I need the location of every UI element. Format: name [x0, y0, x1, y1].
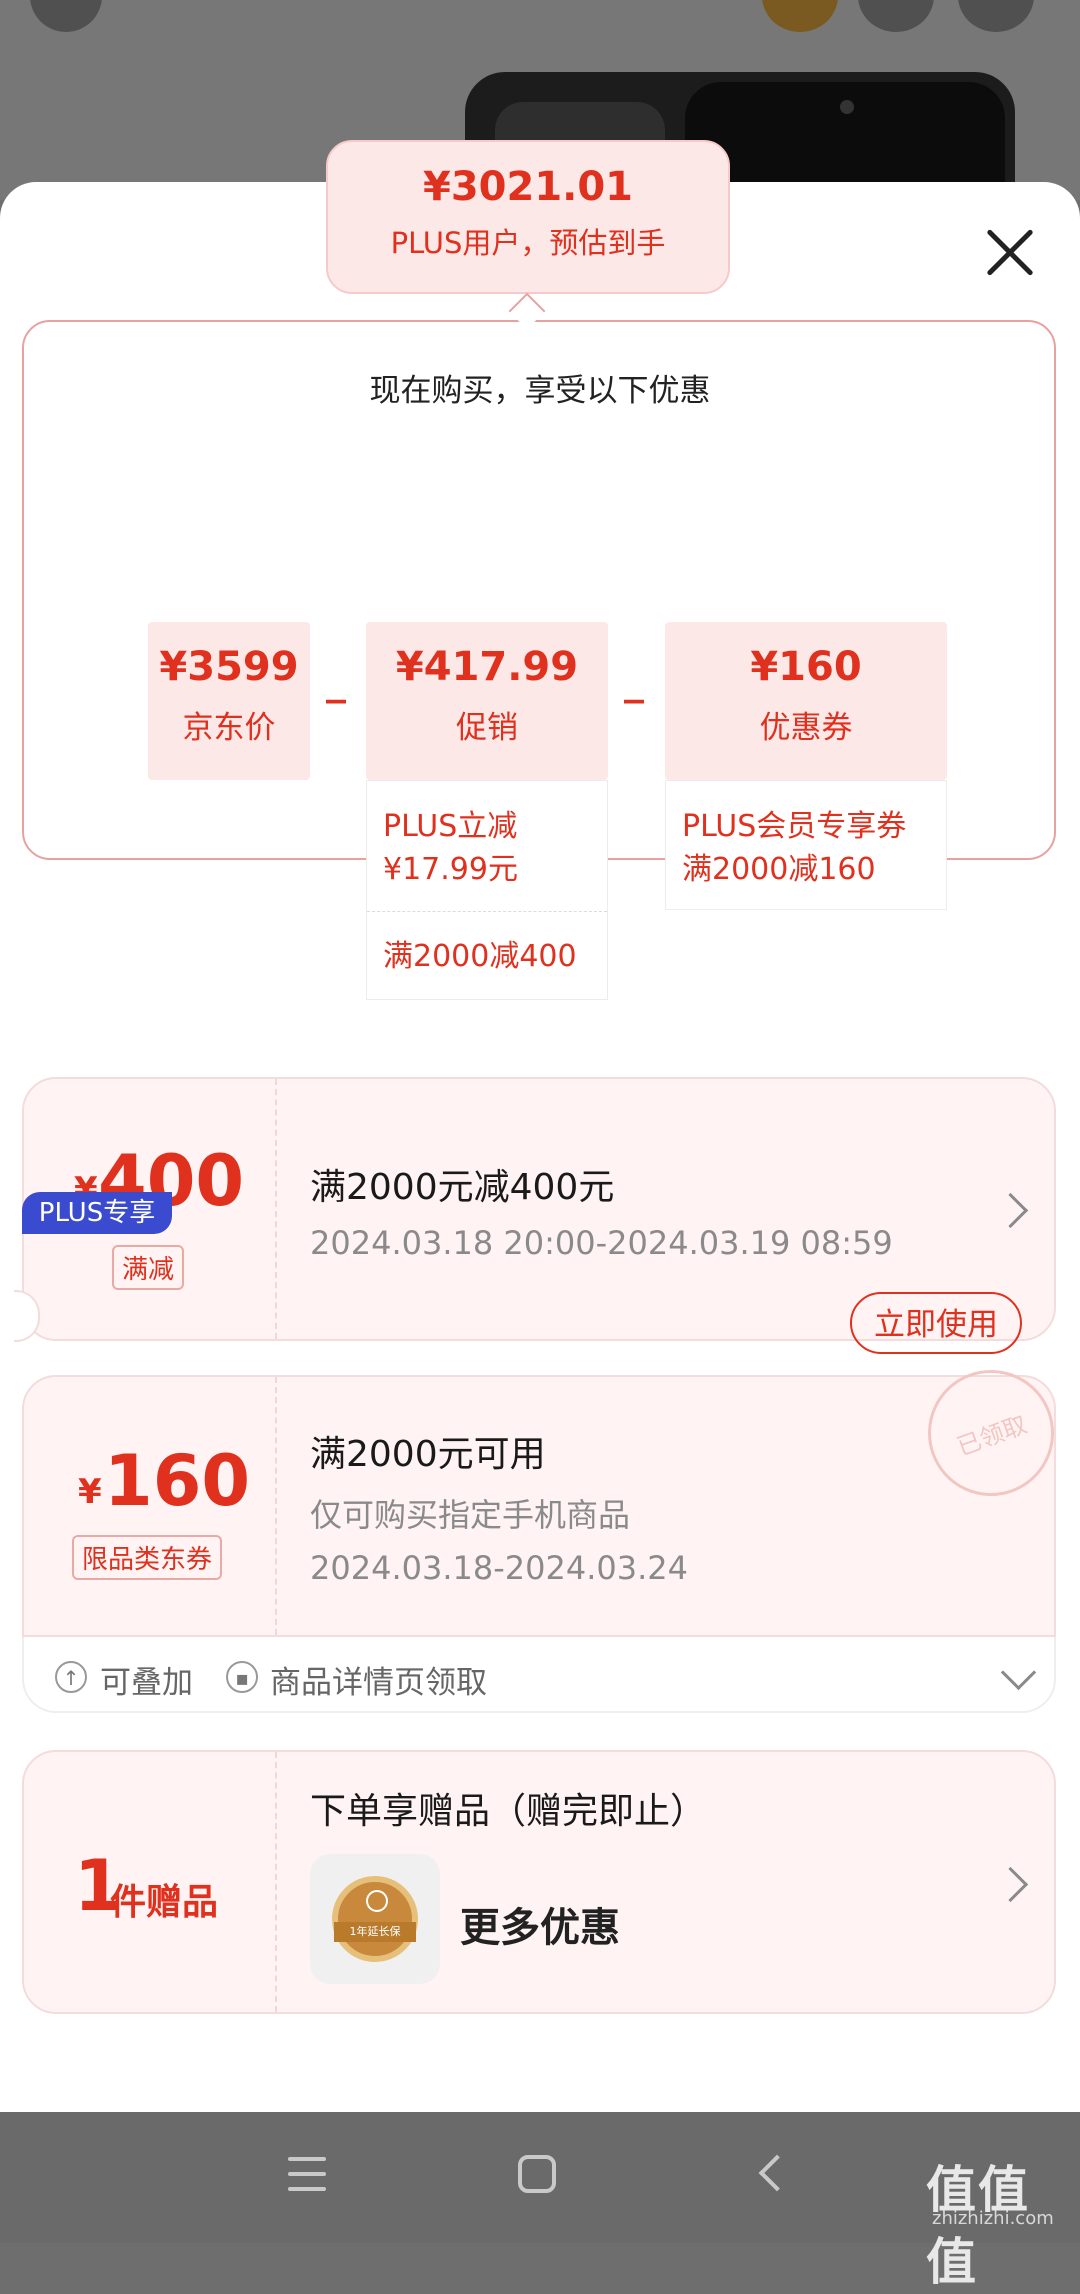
promo-detail-line3: 满2000减400 [383, 939, 577, 974]
calc-heading: 现在购买，享受以下优惠 [369, 373, 711, 409]
more-discounts-heading: 更多优惠 [460, 1905, 620, 1951]
recent-apps-icon[interactable] [288, 2157, 326, 2195]
estimated-price: ¥3021.01 [422, 164, 634, 210]
estimated-price-box: ¥3021.01 PLUS用户，预估到手 [326, 140, 730, 294]
estimated-price-label: PLUS用户，预估到手 [390, 226, 666, 260]
coupon-detail-line2: 满2000减160 [682, 852, 876, 887]
stackable-text: 可叠加 [100, 1665, 193, 1701]
currency-symbol: ¥ [78, 1472, 102, 1512]
promo-value: ¥417.99 [395, 644, 579, 690]
gift-title: 下单享赠品（赠完即止） [310, 1791, 707, 1832]
reduction-tag: 满减 [112, 1245, 185, 1290]
jd-price-box: ¥3599 京东价 [148, 622, 310, 780]
home-icon[interactable] [518, 2155, 556, 2193]
coupon-label: 优惠券 [759, 710, 853, 746]
use-now-button[interactable]: 立即使用 [850, 1292, 1022, 1354]
detail-divider [367, 911, 607, 912]
promo-detail-line1: PLUS立减 [383, 809, 518, 844]
coupon-title: 满2000元可用 [310, 1434, 546, 1475]
coupon-desc: 仅可购买指定手机商品 [310, 1496, 631, 1534]
card-separator [275, 1752, 277, 2012]
reduction-time: 2024.03.18 20:00-2024.03.19 08:59 [310, 1224, 893, 1262]
promo-detail: PLUS立减 ¥17.99元 满2000减400 [366, 780, 608, 1000]
promo-box: ¥417.99 促销 [366, 622, 608, 780]
promo-label: 促销 [456, 710, 518, 746]
card-separator [275, 1079, 277, 1339]
coupon-tag: 限品类东券 [72, 1535, 223, 1580]
card-separator [275, 1377, 277, 1635]
coupon-detail-line1: PLUS会员专享券 [682, 809, 907, 844]
coupon-value: ¥160 [750, 644, 862, 690]
stackable-icon: ↑ [55, 1661, 87, 1693]
minus-sign: _ [326, 658, 346, 704]
minus-sign: _ [624, 658, 644, 704]
close-icon[interactable] [985, 227, 1035, 277]
promo-detail-line2: ¥17.99元 [383, 852, 518, 887]
coupon-source-text: 商品详情页领取 [270, 1665, 487, 1701]
watermark-url: zhizhizhi.com [932, 2208, 1054, 2229]
coupon-amount: 160 [104, 1440, 251, 1522]
jd-price-value: ¥3599 [159, 644, 299, 690]
coupon-source-icon: ▪ [226, 1661, 258, 1693]
coupon-detail: PLUS会员专享券 满2000减160 [665, 780, 947, 910]
coupon-time: 2024.03.18-2024.03.24 [310, 1549, 688, 1587]
jd-price-label: 京东价 [182, 710, 276, 746]
reduction-title: 满2000元减400元 [310, 1167, 615, 1208]
plus-exclusive-label: PLUS专享 [22, 1192, 172, 1234]
coupon-box: ¥160 优惠券 [665, 622, 947, 780]
